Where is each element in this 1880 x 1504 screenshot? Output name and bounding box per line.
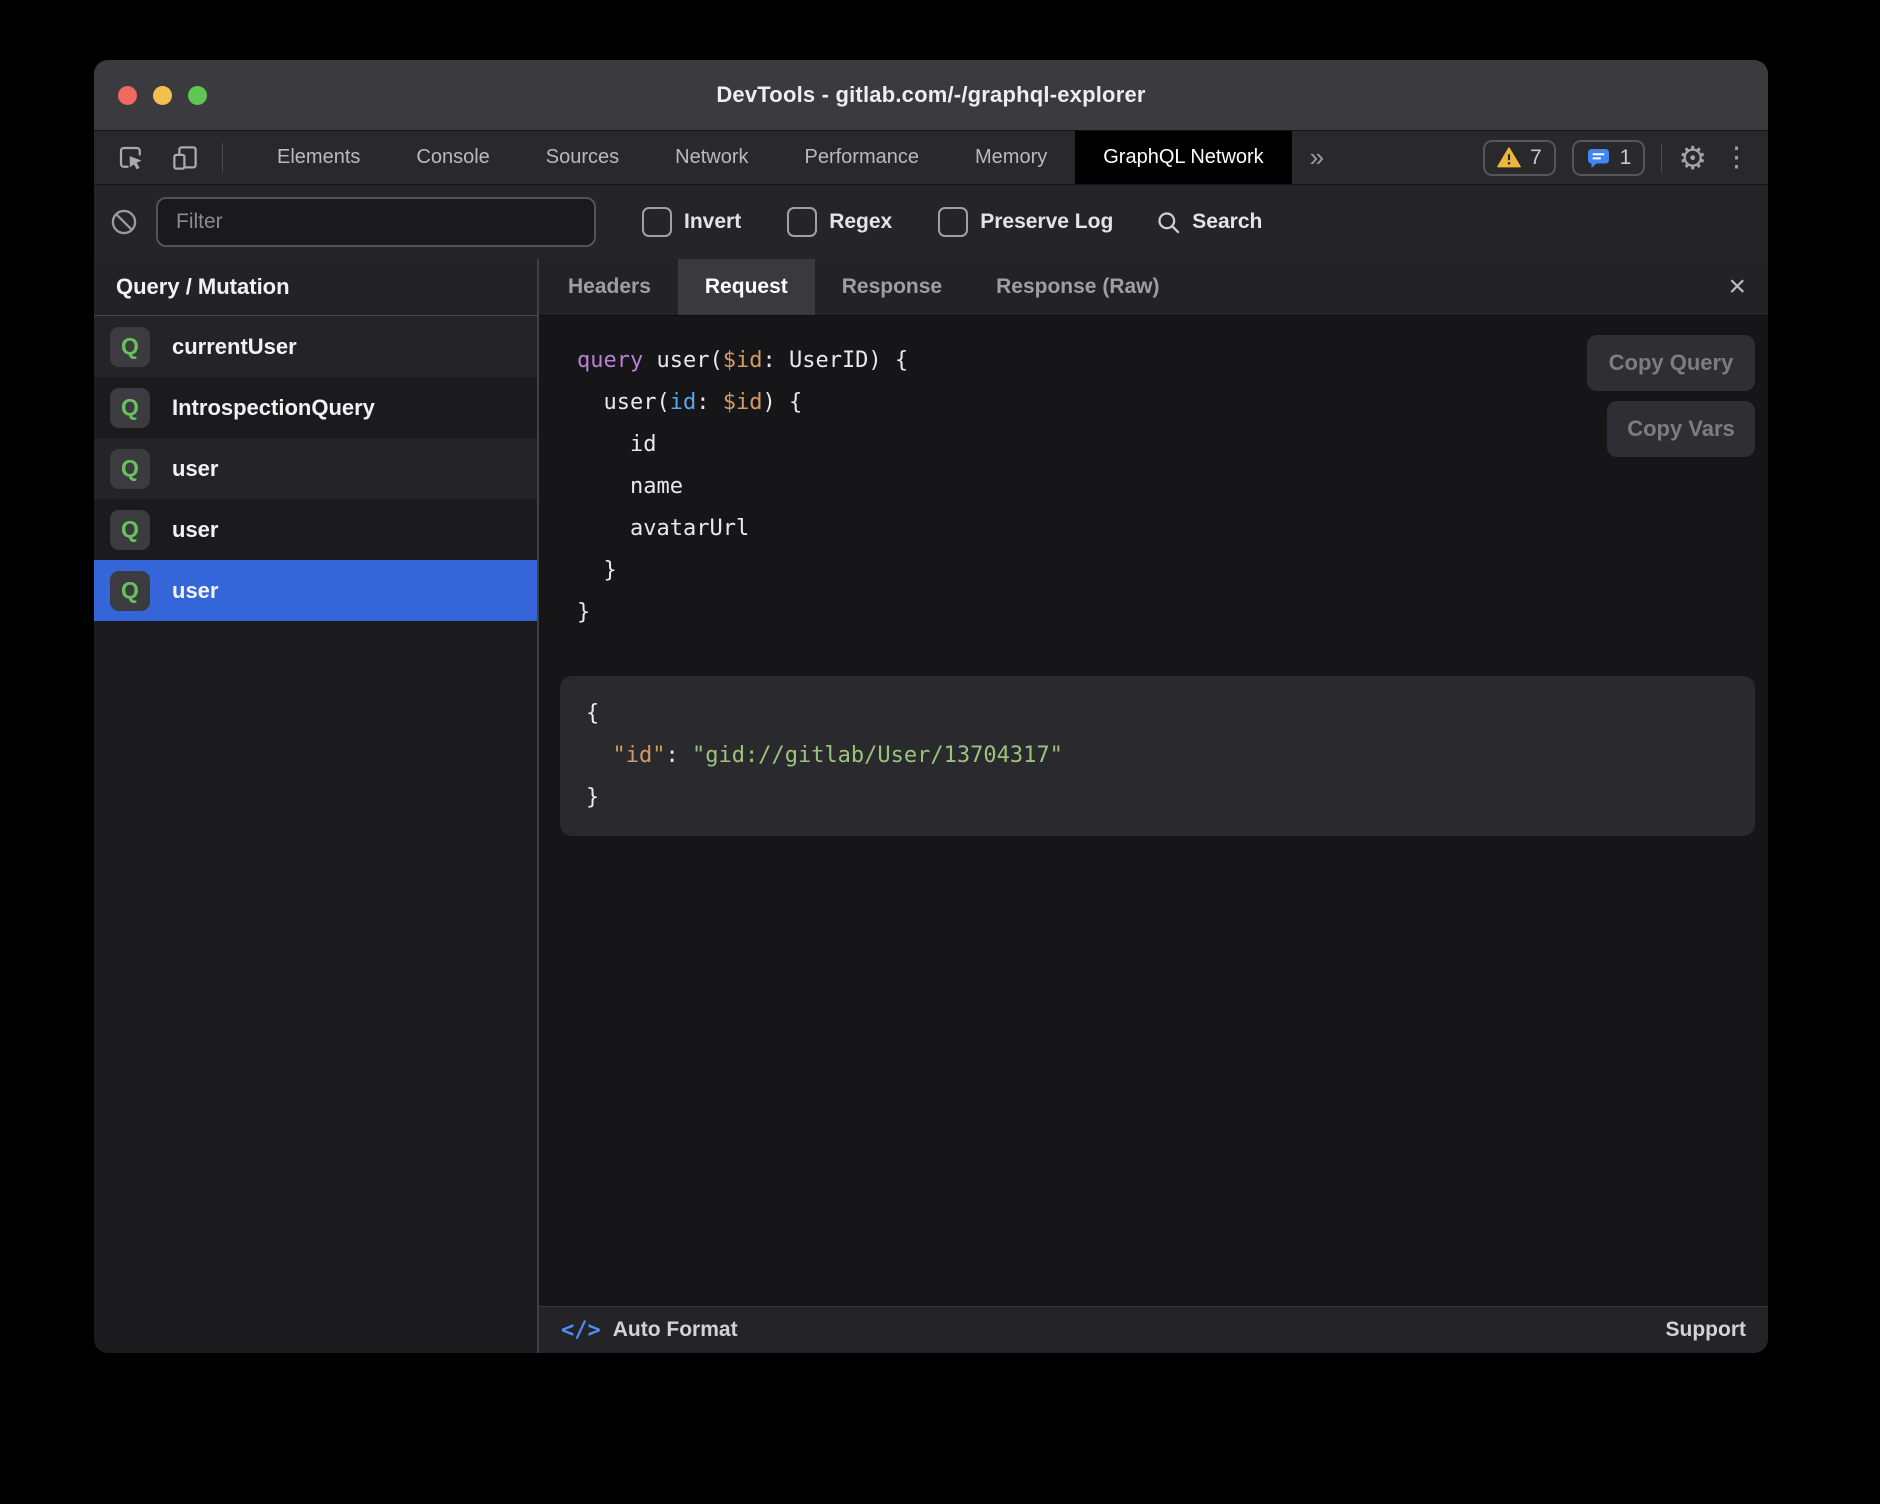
preserve-log-checkbox-group[interactable]: Preserve Log — [938, 207, 1113, 237]
request-list-panel: Query / Mutation Q currentUser Q Introsp… — [94, 259, 539, 1353]
tab-elements[interactable]: Elements — [249, 131, 388, 184]
warnings-badge[interactable]: 7 — [1483, 140, 1556, 176]
request-body-area: query user($id: UserID) { user(id: $id) … — [539, 316, 1768, 1306]
query-variables-box: { "id": "gid://gitlab/User/13704317"} — [560, 676, 1755, 836]
device-toolbar-icon[interactable] — [168, 141, 202, 175]
list-item-user-1[interactable]: Q user — [94, 438, 537, 499]
support-link[interactable]: Support — [1666, 1318, 1746, 1342]
query-type-icon: Q — [110, 388, 150, 428]
inspect-element-icon[interactable] — [114, 141, 148, 175]
list-item-user-2[interactable]: Q user — [94, 499, 537, 560]
request-list-header: Query / Mutation — [94, 259, 537, 316]
regex-checkbox[interactable] — [787, 207, 817, 237]
query-type-icon: Q — [110, 449, 150, 489]
list-item-currentUser[interactable]: Q currentUser — [94, 316, 537, 377]
regex-checkbox-group[interactable]: Regex — [787, 207, 892, 237]
regex-label: Regex — [829, 210, 892, 234]
query-type-icon: Q — [110, 327, 150, 367]
filter-bar: Invert Regex Preserve Log Search — [94, 184, 1768, 259]
query-type-icon: Q — [110, 571, 150, 611]
search-icon — [1155, 209, 1182, 236]
tab-sources[interactable]: Sources — [518, 131, 647, 184]
devtools-tab-strip: Elements Console Sources Network Perform… — [249, 131, 1342, 184]
preserve-log-label: Preserve Log — [980, 210, 1113, 234]
query-variables-code: { "id": "gid://gitlab/User/13704317"} — [586, 693, 1729, 819]
preserve-log-checkbox[interactable] — [938, 207, 968, 237]
tab-response-raw[interactable]: Response (Raw) — [969, 259, 1186, 315]
title-bar[interactable]: DevTools - gitlab.com/-/graphql-explorer — [94, 60, 1768, 130]
main-content: Query / Mutation Q currentUser Q Introsp… — [94, 259, 1768, 1353]
list-item-introspectionquery[interactable]: Q IntrospectionQuery — [94, 377, 537, 438]
tab-graphql-network[interactable]: GraphQL Network — [1075, 131, 1291, 184]
tab-performance[interactable]: Performance — [777, 131, 948, 184]
tab-memory[interactable]: Memory — [947, 131, 1075, 184]
tab-console[interactable]: Console — [388, 131, 517, 184]
toolbar-divider — [1661, 143, 1662, 173]
minimize-window-button[interactable] — [153, 86, 172, 105]
copy-query-button[interactable]: Copy Query — [1587, 335, 1755, 391]
invert-checkbox[interactable] — [642, 207, 672, 237]
list-item-user-3-selected[interactable]: Q user — [94, 560, 537, 621]
copy-vars-button[interactable]: Copy Vars — [1607, 401, 1755, 457]
toolbar-divider — [222, 143, 223, 173]
window-title: DevTools - gitlab.com/-/graphql-explorer — [716, 82, 1145, 108]
tab-headers[interactable]: Headers — [541, 259, 678, 315]
clear-requests-icon[interactable] — [110, 208, 138, 236]
devtools-window: DevTools - gitlab.com/-/graphql-explorer… — [94, 60, 1768, 1353]
close-window-button[interactable] — [118, 86, 137, 105]
search-button[interactable]: Search — [1155, 209, 1262, 236]
invert-checkbox-group[interactable]: Invert — [642, 207, 741, 237]
devtools-toolbar: Elements Console Sources Network Perform… — [94, 130, 1768, 184]
warnings-count: 7 — [1530, 146, 1542, 170]
warning-triangle-icon — [1497, 147, 1521, 168]
issues-badge[interactable]: 1 — [1572, 140, 1646, 176]
message-bubble-icon — [1586, 147, 1611, 169]
invert-label: Invert — [684, 210, 741, 234]
request-detail-panel: Headers Request Response Response (Raw) … — [539, 259, 1768, 1353]
detail-tab-strip: Headers Request Response Response (Raw) … — [539, 259, 1768, 316]
tab-network[interactable]: Network — [647, 131, 776, 184]
filter-input[interactable] — [156, 197, 596, 247]
code-format-icon: </> — [561, 1318, 601, 1343]
traffic-lights — [118, 60, 207, 130]
more-options-icon[interactable]: ⋮ — [1723, 147, 1750, 169]
close-detail-icon[interactable]: × — [1706, 259, 1768, 315]
more-tabs-chevron-icon[interactable]: » — [1292, 131, 1342, 184]
query-type-icon: Q — [110, 510, 150, 550]
auto-format-toggle[interactable]: Auto Format — [613, 1318, 738, 1342]
detail-footer: </> Auto Format Support — [539, 1306, 1768, 1353]
tab-response[interactable]: Response — [815, 259, 969, 315]
search-label: Search — [1192, 210, 1262, 234]
settings-gear-icon[interactable]: ⚙ — [1678, 142, 1707, 174]
issues-count: 1 — [1620, 146, 1632, 170]
graphql-query-code: query user($id: UserID) { user(id: $id) … — [539, 316, 1768, 634]
tab-request[interactable]: Request — [678, 259, 815, 315]
zoom-window-button[interactable] — [188, 86, 207, 105]
